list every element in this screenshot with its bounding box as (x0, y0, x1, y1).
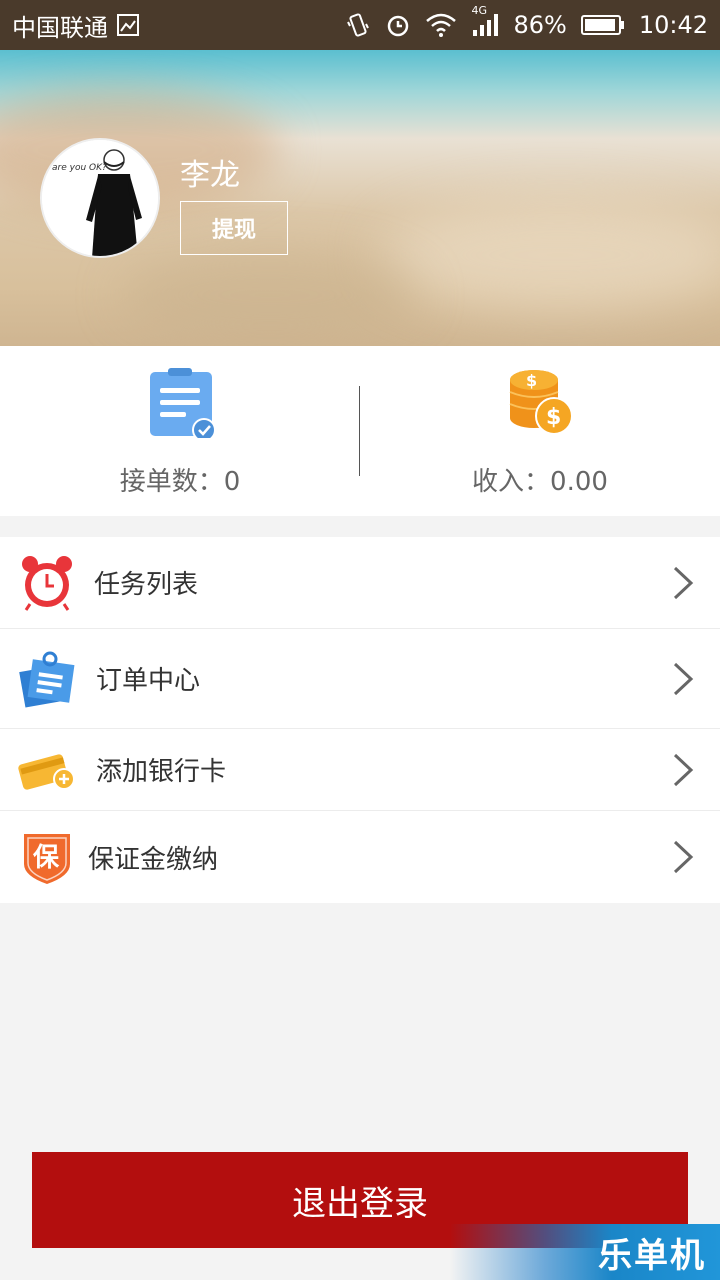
menu-item-order-center[interactable]: 订单中心 (0, 629, 720, 729)
clock-time: 10:42 (638, 11, 708, 39)
income-stat[interactable]: $ $ 收入：0.00 (360, 346, 720, 516)
deposit-shield-icon: 保 (18, 828, 76, 886)
signal-icon: 4G (471, 4, 499, 38)
menu-item-deposit-payment[interactable]: 保 保证金缴纳 (0, 811, 720, 903)
orders-count-label: 接单数：0 (119, 467, 241, 497)
menu-item-add-bank-card[interactable]: 添加银行卡 (0, 729, 720, 811)
chevron-right-icon (672, 840, 694, 874)
alarm-icon (385, 12, 411, 38)
svg-text:$: $ (546, 405, 561, 430)
network-type: 4G (471, 4, 488, 17)
menu-item-task-list[interactable]: 任务列表 (0, 537, 720, 629)
menu-list: 任务列表 订单中心 添加银行卡 保 保证金缴纳 (0, 537, 720, 903)
orders-stat[interactable]: 接单数：0 (0, 346, 360, 516)
stats-panel: 接单数：0 $ $ 收入：0.00 (0, 346, 720, 516)
image-icon (116, 13, 140, 37)
bank-card-icon (18, 741, 76, 799)
chevron-right-icon (672, 566, 694, 600)
carrier-name: 中国联通 (12, 13, 108, 42)
user-name: 李龙 (180, 158, 240, 193)
watermark-text: 乐单机 (598, 1235, 706, 1276)
svg-text:$: $ (526, 371, 537, 390)
menu-label: 任务列表 (94, 570, 199, 600)
menu-label: 保证金缴纳 (88, 844, 219, 875)
vibrate-icon (345, 12, 371, 38)
clipboard-icon (144, 366, 216, 442)
income-label: 收入：0.00 (472, 467, 608, 497)
menu-label: 添加银行卡 (96, 757, 227, 787)
chevron-right-icon (672, 662, 694, 696)
wifi-icon (425, 13, 457, 37)
withdraw-button[interactable]: 提现 (180, 201, 288, 255)
coins-icon: $ $ (504, 366, 576, 438)
order-notes-icon (18, 650, 76, 708)
shield-glyph: 保 (32, 843, 60, 873)
watermark-logo: 乐单机 (450, 1224, 720, 1280)
battery-icon (580, 14, 625, 36)
profile-header: are you OK? 李龙 提现 (0, 50, 720, 346)
alarm-clock-icon (18, 554, 76, 612)
battery-percent: 86% (513, 11, 567, 39)
avatar[interactable]: are you OK? (40, 138, 160, 258)
avatar-caption: are you OK? (52, 163, 107, 173)
menu-label: 订单中心 (96, 666, 201, 696)
status-bar: 中国联通 4G 86% 10:42 (0, 0, 720, 50)
chevron-right-icon (672, 753, 694, 787)
